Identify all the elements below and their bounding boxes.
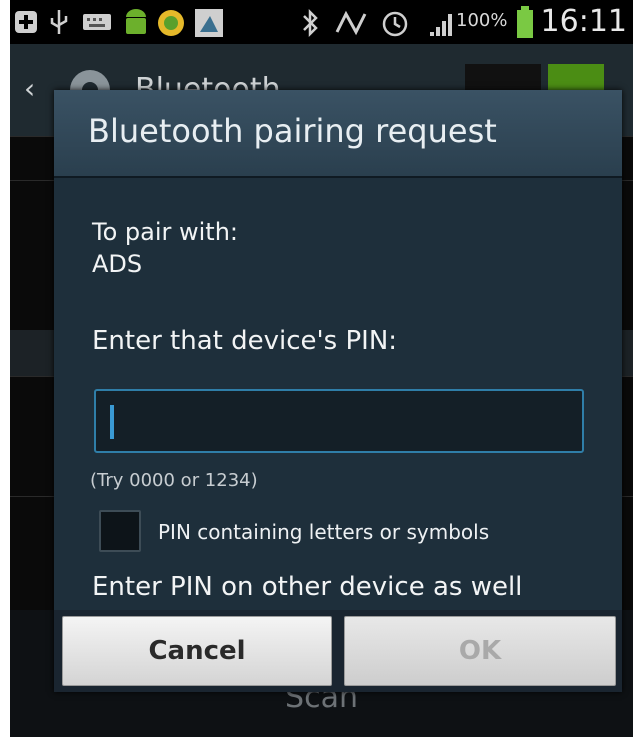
pair-with-label: To pair with: <box>92 218 239 246</box>
pairing-dialog: Bluetooth pairing request To pair with: … <box>54 90 622 692</box>
pin-hint: (Try 0000 or 1234) <box>90 470 258 491</box>
battery-icon <box>517 6 533 38</box>
text-cursor <box>110 405 114 439</box>
nfc-icon <box>335 10 367 36</box>
game-icon <box>158 10 184 36</box>
alarm-icon <box>382 11 408 37</box>
back-icon[interactable]: ‹ <box>24 72 35 105</box>
dialog-header: Bluetooth pairing request <box>54 90 622 178</box>
pin-input[interactable] <box>94 389 584 453</box>
plus-icon <box>15 11 37 33</box>
battery-percent: 100% <box>456 10 508 31</box>
pin-prompt: Enter that device's PIN: <box>92 326 398 356</box>
usb-icon <box>50 10 68 34</box>
download-icon <box>195 9 223 37</box>
bluetooth-icon <box>303 8 318 38</box>
status-bar: 100% 16:11 <box>10 0 633 44</box>
signal-icon <box>430 14 452 36</box>
dialog-title: Bluetooth pairing request <box>88 112 497 150</box>
dialog-button-bar: Cancel OK <box>54 610 622 692</box>
clock: 16:11 <box>540 4 627 39</box>
cancel-button[interactable]: Cancel <box>62 616 332 686</box>
android-icon <box>126 9 146 34</box>
keyboard-icon <box>83 14 111 30</box>
ok-button[interactable]: OK <box>344 616 616 686</box>
device-name: ADS <box>92 250 143 278</box>
phone-screen: 100% 16:11 ‹ Bluetooth Scan Bluetooth pa… <box>10 0 633 737</box>
checkbox-label[interactable]: PIN containing letters or symbols <box>158 520 489 544</box>
other-device-note: Enter PIN on other device as well <box>92 572 523 602</box>
letters-symbols-checkbox[interactable] <box>99 510 141 552</box>
